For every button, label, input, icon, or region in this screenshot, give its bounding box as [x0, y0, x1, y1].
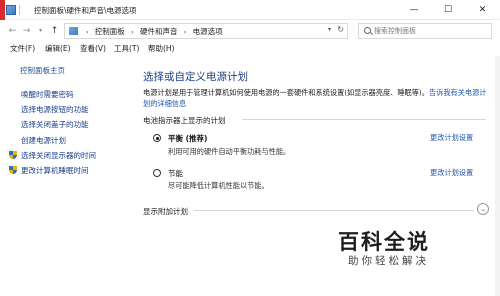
sidebar: 控制面板主页 唤醒时需要密码 选择电源按钮的功能 选择关闭盖子的功能 创建电源计… [0, 56, 134, 296]
maximize-button[interactable]: ☐ [431, 0, 465, 20]
plan-balanced-settings-link[interactable]: 更改计划设置 [430, 133, 473, 143]
search-icon [364, 27, 371, 34]
breadcrumb-control-panel[interactable]: 控制面板 [95, 27, 125, 36]
control-panel-icon [69, 27, 78, 35]
watermark: 百科全说 助你轻松解决 [338, 226, 478, 276]
window-title: 控制面板\硬件和声音\电源选项 [34, 6, 137, 15]
forward-arrow-icon[interactable]: → [20, 24, 33, 38]
divider [242, 119, 486, 120]
plan-balanced-name: 平衡 (推荐) [168, 134, 208, 143]
watermark-title: 百科全说 [338, 230, 430, 254]
plan-balanced-description: 利用可用的硬件自动平衡功耗与性能。 [168, 147, 291, 156]
sidebar-item-power-button[interactable]: 选择电源按钮的功能 [21, 104, 89, 115]
plan-balanced-radio[interactable] [153, 134, 161, 142]
breadcrumb-chevron-icon[interactable]: › [131, 29, 133, 36]
menu-file[interactable]: 文件(F) [10, 43, 35, 54]
plan-power-saver-description: 尽可能降低计算机性能以节能。 [168, 181, 269, 190]
breadcrumb: › 控制面板 › 硬件和声音 › 电源选项 [82, 26, 223, 37]
menu-help[interactable]: 帮助(H) [148, 43, 175, 54]
breadcrumb-chevron-icon[interactable]: › [184, 29, 186, 36]
search-input[interactable] [374, 24, 489, 38]
title-separator [19, 5, 20, 15]
shield-icon [9, 151, 17, 160]
expand-chevron-icon[interactable]: ⌄ [477, 203, 489, 215]
plan-power-saver-settings-link[interactable]: 更改计划设置 [430, 168, 473, 178]
menu-view[interactable]: 查看(V) [80, 43, 106, 54]
additional-plans-heading: 显示附加计划 [143, 207, 188, 216]
refresh-icon[interactable]: ↻ [337, 25, 344, 34]
divider [194, 210, 474, 211]
plan-power-saver-name: 节能 [168, 169, 183, 178]
menu-tools[interactable]: 工具(T) [114, 43, 139, 54]
title-bar: 控制面板\硬件和声音\电源选项 — ☐ ✕ [0, 0, 500, 20]
page-title: 选择或自定义电源计划 [143, 71, 248, 83]
minimize-button[interactable]: — [397, 0, 431, 20]
page-description: 电源计划是用于管理计算机如何使用电源的一套硬件和系统设置(如显示器亮度、睡眠等)… [143, 87, 493, 109]
menu-bar: 文件(F) 编辑(E) 查看(V) 工具(T) 帮助(H) [0, 42, 500, 56]
breadcrumb-hardware-sound[interactable]: 硬件和声音 [140, 27, 178, 36]
battery-plans-heading: 电池指示器上显示的计划 [143, 116, 226, 125]
back-arrow-icon[interactable]: ← [6, 24, 19, 38]
window-edge-accent [0, 0, 5, 20]
address-toolbar: ← → ▾ ↑ › 控制面板 › 硬件和声音 › 电源选项 ▾ ↻ [0, 20, 500, 42]
sidebar-item-wake-password[interactable]: 唤醒时需要密码 [21, 89, 74, 100]
description-text: 电源计划是用于管理计算机如何使用电源的一套硬件和系统设置(如显示器亮度、睡眠等)… [143, 88, 429, 97]
sidebar-item-display-off[interactable]: 选择关闭显示器的时间 [21, 150, 96, 161]
breadcrumb-chevron-icon[interactable]: › [86, 29, 88, 36]
plan-power-saver-radio[interactable] [153, 169, 161, 177]
address-bar[interactable]: › 控制面板 › 硬件和声音 › 电源选项 ▾ ↻ [64, 23, 348, 39]
watermark-subtitle: 助你轻松解决 [348, 255, 429, 267]
close-button[interactable]: ✕ [465, 0, 500, 20]
recent-locations-chevron-icon[interactable]: ▾ [34, 24, 47, 38]
address-dropdown-icon[interactable]: ▾ [328, 26, 331, 33]
sidebar-item-create-plan[interactable]: 创建电源计划 [21, 135, 66, 146]
sidebar-item-lid-close[interactable]: 选择关闭盖子的功能 [21, 119, 89, 130]
menu-edit[interactable]: 编辑(E) [45, 43, 71, 54]
shield-icon [9, 166, 17, 175]
search-box[interactable] [358, 23, 492, 39]
sidebar-home-link[interactable]: 控制面板主页 [20, 65, 65, 76]
up-arrow-icon[interactable]: ↑ [48, 24, 61, 38]
control-panel-icon [6, 5, 16, 15]
sidebar-item-sleep-time[interactable]: 更改计算机睡眠时间 [21, 165, 89, 176]
scrollbar[interactable] [495, 56, 500, 296]
breadcrumb-power-options[interactable]: 电源选项 [193, 27, 223, 36]
